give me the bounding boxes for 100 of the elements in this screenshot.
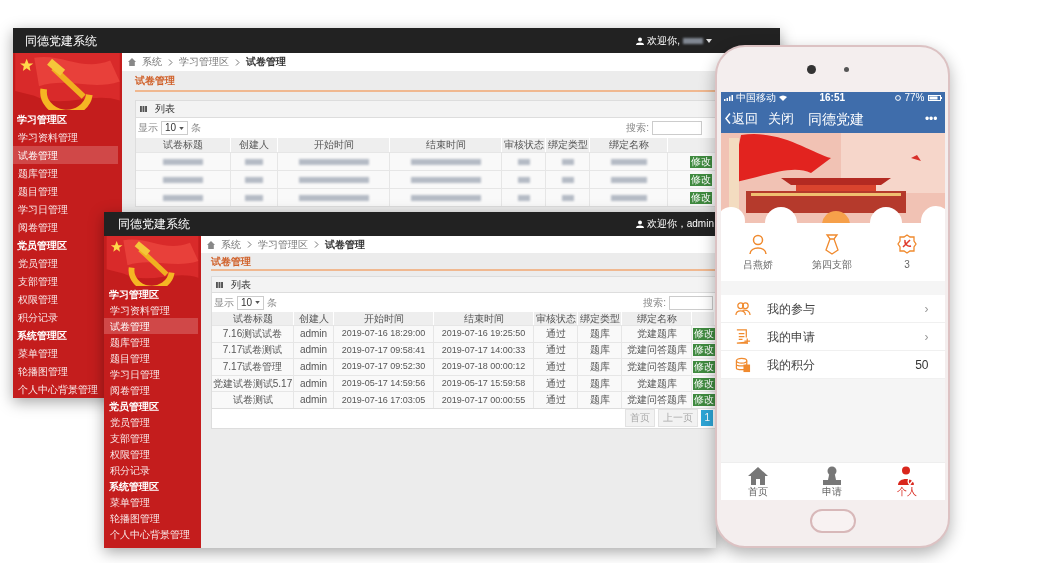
table-cell: admin [294, 359, 334, 375]
blurred-text [410, 158, 481, 165]
menu-row[interactable]: 我的申请 › [720, 323, 945, 351]
blurred-text [683, 37, 703, 44]
edit-button[interactable]: 修改 [693, 394, 715, 407]
more-button[interactable]: ••• [924, 112, 938, 125]
sidebar-item[interactable]: 菜单管理 [18, 344, 58, 362]
sidebar-item[interactable]: 个人中心背景管理 [104, 526, 201, 542]
table-cell: 党建问答题库 [622, 392, 692, 408]
sidebar-item[interactable]: 阅卷管理 [18, 218, 58, 236]
caret-icon [179, 126, 185, 130]
sidebar-item[interactable]: 学习资料管理 [18, 128, 78, 146]
page-button[interactable]: 1 [701, 410, 713, 427]
chevron-icon [247, 241, 252, 248]
panel-title: 列表 [231, 279, 251, 290]
table-cell: admin [294, 326, 334, 342]
profile-label: 第四支部 [812, 260, 853, 270]
sidebar-item[interactable]: 权限管理 [104, 446, 201, 462]
sidebar-item[interactable]: 学习日管理 [104, 366, 201, 382]
tab-button[interactable]: 申请 [804, 466, 861, 497]
table-cell: 党建问答题库 [622, 359, 692, 375]
user-greeting[interactable]: 欢迎你，admin [646, 219, 714, 229]
menu-row[interactable]: 我的积分 50 [720, 351, 945, 379]
length-label: 显示 [214, 297, 234, 308]
edit-button[interactable]: 修改 [690, 191, 712, 204]
page-size-select[interactable]: 10 [237, 295, 265, 310]
home-button[interactable] [809, 509, 856, 533]
wifi-icon [778, 95, 787, 101]
carrier-label: 中国移动 [735, 93, 776, 103]
edit-button[interactable]: 修改 [690, 155, 712, 168]
chevron-label: › [924, 330, 929, 343]
breadcrumb-link[interactable]: 试卷管理 [325, 239, 365, 250]
breadcrumb-link[interactable]: 试卷管理 [246, 57, 286, 67]
table-cell: 7.17试卷管理 [212, 359, 294, 375]
sidebar-item[interactable]: 试卷管理 [104, 318, 198, 334]
sidebar-heading: 学习管理区 [17, 112, 67, 127]
sidebar-heading: 党员管理区 [17, 238, 67, 253]
blurred-text [561, 176, 574, 183]
menu-label: 我的积分 [766, 358, 815, 371]
home-icon [207, 240, 215, 249]
sidebar-item[interactable]: 学习日管理 [18, 200, 68, 218]
menu-row[interactable]: 我的参与 › [720, 295, 945, 323]
sidebar-item[interactable]: 权限管理 [18, 290, 58, 308]
edit-button[interactable]: 修改 [693, 377, 715, 390]
sidebar-item[interactable]: 轮播图管理 [104, 510, 201, 526]
table-cell: 7.16测试试卷 [212, 326, 294, 342]
page-title: 试卷管理 [211, 253, 716, 271]
sidebar-item[interactable]: 题目管理 [104, 350, 201, 366]
blurred-text [610, 194, 647, 201]
sidebar-item[interactable]: 学习资料管理 [104, 302, 201, 318]
table-cell: 2019-07-17 09:52:30 [334, 359, 434, 375]
blurred-text [517, 194, 530, 201]
sidebar-item[interactable]: 支部管理 [104, 430, 201, 446]
sidebar-item[interactable]: 阅卷管理 [104, 382, 201, 398]
length-label: 条 [267, 297, 278, 308]
sidebar-item[interactable]: 题库管理 [104, 334, 201, 350]
search-field[interactable] [652, 121, 702, 135]
search-label: 搜索: [626, 123, 649, 133]
battery-label: 77% [904, 93, 925, 103]
caret-icon[interactable] [706, 38, 712, 43]
signal-icon [723, 95, 733, 101]
back-button[interactable]: 返回 [724, 112, 758, 125]
blurred-text [298, 158, 369, 165]
sidebar-item[interactable]: 个人中心背景管理 [18, 380, 98, 398]
edit-button[interactable]: 修改 [690, 173, 712, 186]
tab-button[interactable]: 个人 [879, 466, 936, 497]
table-cell: 通过 [534, 392, 578, 408]
user-greeting[interactable]: 欢迎你, [647, 35, 680, 46]
breadcrumb-link[interactable]: 系统 [221, 239, 241, 250]
edit-button[interactable]: 修改 [693, 344, 715, 357]
page-title: 同德党建 [807, 111, 864, 126]
sidebar-item[interactable]: 菜单管理 [104, 494, 201, 510]
tab-button[interactable]: 首页 [729, 466, 786, 497]
blurred-text [298, 194, 369, 201]
sidebar-item[interactable]: 试卷管理 [13, 146, 118, 164]
sidebar-item[interactable]: 题库管理 [18, 164, 58, 182]
close-button[interactable]: 关闭 [767, 112, 794, 125]
blurred-text [517, 158, 530, 165]
search-field[interactable] [669, 295, 713, 310]
sidebar-item[interactable]: 题目管理 [18, 182, 58, 200]
edit-button[interactable]: 修改 [693, 327, 715, 340]
table-icon [216, 281, 223, 288]
sidebar-item[interactable]: 党员管理 [18, 254, 58, 272]
chevron-icon [168, 58, 173, 66]
edit-button[interactable]: 修改 [693, 361, 715, 373]
window-title: 同德党建系统 [118, 216, 190, 233]
breadcrumb-link[interactable]: 系统 [142, 57, 162, 67]
table-cell: 2019-07-16 17:03:05 [334, 392, 434, 408]
people-icon [734, 300, 751, 317]
page-size-select[interactable]: 10 [161, 121, 189, 135]
sidebar-item[interactable]: 轮播图管理 [18, 362, 68, 380]
sidebar-item[interactable]: 积分记录 [18, 308, 58, 326]
breadcrumb-link[interactable]: 学习管理区 [258, 239, 308, 250]
sidebar-item[interactable]: 党员管理 [104, 414, 201, 430]
document-add-icon [734, 328, 751, 345]
sidebar-item[interactable]: 支部管理 [18, 272, 58, 290]
sensor-icon [843, 67, 849, 72]
breadcrumb-link[interactable]: 学习管理区 [179, 57, 229, 67]
blurred-text [410, 176, 481, 183]
sidebar-item[interactable]: 积分记录 [104, 462, 201, 478]
